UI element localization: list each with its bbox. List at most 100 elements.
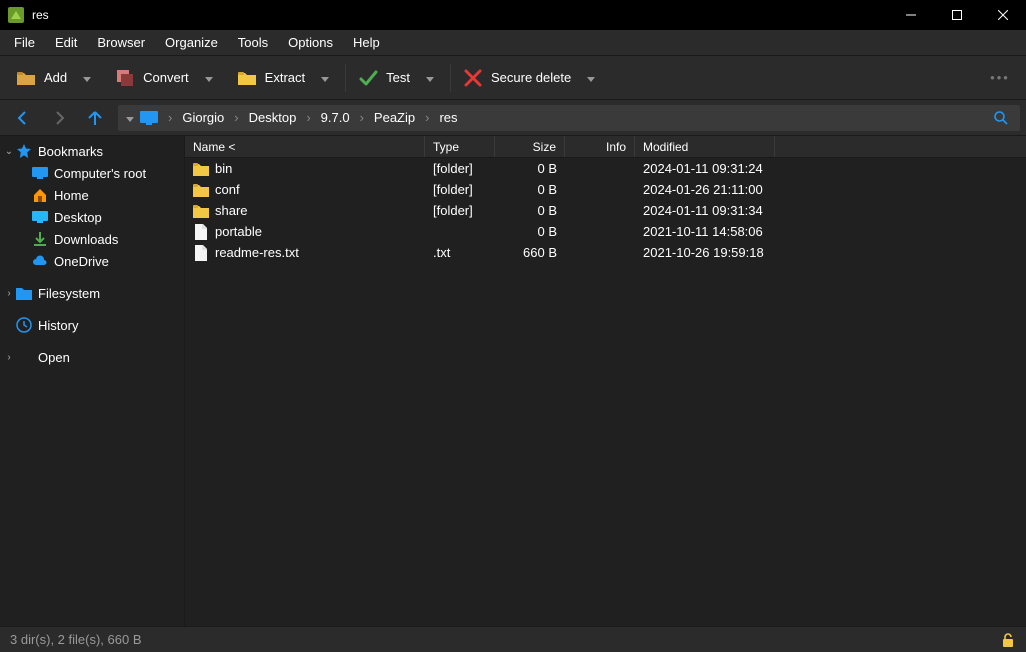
close-button[interactable] <box>980 0 1026 30</box>
file-name-cell: bin <box>185 161 425 177</box>
file-type-cell: [folder] <box>425 203 495 218</box>
addressbar[interactable]: › Giorgio › Desktop › 9.7.0 › PeaZip › r… <box>118 105 1020 131</box>
breadcrumb-separator: › <box>417 110 437 125</box>
home-icon <box>32 187 48 203</box>
file-modified-cell: 2024-01-11 09:31:34 <box>635 203 775 218</box>
download-icon <box>32 231 48 247</box>
column-size[interactable]: Size <box>495 136 565 157</box>
sidebar-item-open[interactable]: › Open <box>0 346 184 368</box>
chevron-down-icon <box>205 70 213 85</box>
sidebar-item-history[interactable]: History <box>0 314 184 336</box>
cloud-icon <box>32 253 48 269</box>
table-row[interactable]: bin[folder]0 B2024-01-11 09:31:24 <box>185 158 1026 179</box>
titlebar: res <box>0 0 1026 30</box>
secure-delete-button[interactable]: Secure delete <box>453 62 581 94</box>
sidebar-label: Computer's root <box>54 166 146 181</box>
lock-icon <box>1000 632 1016 648</box>
menu-options[interactable]: Options <box>278 31 343 54</box>
breadcrumb-item[interactable]: Giorgio <box>180 108 226 127</box>
search-button[interactable] <box>986 105 1016 131</box>
column-modified[interactable]: Modified <box>635 136 775 157</box>
statusbar: 3 dir(s), 2 file(s), 660 B <box>0 626 1026 652</box>
menubar: File Edit Browser Organize Tools Options… <box>0 30 1026 56</box>
check-icon <box>358 68 378 88</box>
breadcrumb-separator: › <box>352 110 372 125</box>
file-modified-cell: 2024-01-26 21:11:00 <box>635 182 775 197</box>
column-headers: Name < Type Size Info Modified <box>185 136 1026 158</box>
sidebar-label: OneDrive <box>54 254 109 269</box>
sidebar: ⌄ Bookmarks Computer's root Home Desktop… <box>0 136 185 626</box>
breadcrumb-item[interactable]: PeaZip <box>372 108 417 127</box>
minimize-button[interactable] <box>888 0 934 30</box>
main-area: ⌄ Bookmarks Computer's root Home Desktop… <box>0 136 1026 626</box>
column-type[interactable]: Type <box>425 136 495 157</box>
sidebar-item-downloads[interactable]: Downloads <box>0 228 184 250</box>
file-size-cell: 0 B <box>495 203 565 218</box>
sidebar-item-onedrive[interactable]: OneDrive <box>0 250 184 272</box>
secure-delete-dropdown[interactable] <box>581 62 601 94</box>
up-button[interactable] <box>82 105 108 131</box>
extract-folder-icon <box>237 68 257 88</box>
sidebar-label: Downloads <box>54 232 118 247</box>
file-type-cell: [folder] <box>425 161 495 176</box>
table-row[interactable]: portable0 B2021-10-11 14:58:06 <box>185 221 1026 242</box>
sidebar-item-bookmarks[interactable]: ⌄ Bookmarks <box>0 140 184 162</box>
search-icon <box>993 110 1009 126</box>
test-button[interactable]: Test <box>348 62 420 94</box>
menu-organize[interactable]: Organize <box>155 31 228 54</box>
breadcrumb-item[interactable]: res <box>437 108 459 127</box>
folder-icon <box>16 285 32 301</box>
add-dropdown[interactable] <box>77 62 97 94</box>
app-icon <box>8 7 24 23</box>
file-list: bin[folder]0 B2024-01-11 09:31:24 conf[fo… <box>185 158 1026 626</box>
extract-button[interactable]: Extract <box>227 62 315 94</box>
menu-tools[interactable]: Tools <box>228 31 278 54</box>
file-size-cell: 660 B <box>495 245 565 260</box>
monitor-icon <box>32 165 48 181</box>
breadcrumb-separator: › <box>226 110 246 125</box>
monitor-icon <box>140 111 158 125</box>
file-panel: Name < Type Size Info Modified bin[folde… <box>185 136 1026 626</box>
breadcrumb: › Giorgio › Desktop › 9.7.0 › PeaZip › r… <box>160 108 460 127</box>
menu-help[interactable]: Help <box>343 31 390 54</box>
table-row[interactable]: readme-res.txt.txt660 B2021-10-26 19:59:… <box>185 242 1026 263</box>
column-info[interactable]: Info <box>565 136 635 157</box>
extract-dropdown[interactable] <box>315 62 335 94</box>
table-row[interactable]: conf[folder]0 B2024-01-26 21:11:00 <box>185 179 1026 200</box>
forward-button[interactable] <box>46 105 72 131</box>
breadcrumb-separator: › <box>160 110 180 125</box>
file-modified-cell: 2021-10-11 14:58:06 <box>635 224 775 239</box>
sidebar-item-filesystem[interactable]: › Filesystem <box>0 282 184 304</box>
address-dropdown[interactable] <box>122 110 138 125</box>
back-button[interactable] <box>10 105 36 131</box>
menu-edit[interactable]: Edit <box>45 31 87 54</box>
test-dropdown[interactable] <box>420 62 440 94</box>
sidebar-item-home[interactable]: Home <box>0 184 184 206</box>
column-name[interactable]: Name < <box>185 136 425 157</box>
breadcrumb-item[interactable]: Desktop <box>247 108 299 127</box>
star-icon <box>16 143 32 159</box>
convert-dropdown[interactable] <box>199 62 219 94</box>
table-row[interactable]: share[folder]0 B2024-01-11 09:31:34 <box>185 200 1026 221</box>
menu-file[interactable]: File <box>4 31 45 54</box>
file-name-cell: conf <box>185 182 425 198</box>
toolbar-separator <box>345 64 346 92</box>
chevron-down-icon <box>321 70 329 85</box>
sidebar-label: Bookmarks <box>38 144 103 159</box>
chevron-down-icon <box>83 70 91 85</box>
sidebar-item-computer-root[interactable]: Computer's root <box>0 162 184 184</box>
file-size-cell: 0 B <box>495 182 565 197</box>
toolbar-overflow[interactable]: ••• <box>980 62 1020 94</box>
secure-delete-label: Secure delete <box>491 70 571 85</box>
breadcrumb-item[interactable]: 9.7.0 <box>319 108 352 127</box>
test-label: Test <box>386 70 410 85</box>
convert-button[interactable]: Convert <box>105 62 199 94</box>
chevron-down-icon <box>426 70 434 85</box>
status-text: 3 dir(s), 2 file(s), 660 B <box>10 632 1000 647</box>
sidebar-label: Filesystem <box>38 286 100 301</box>
add-button[interactable]: Add <box>6 62 77 94</box>
sidebar-label: Open <box>38 350 70 365</box>
menu-browser[interactable]: Browser <box>87 31 155 54</box>
sidebar-item-desktop[interactable]: Desktop <box>0 206 184 228</box>
maximize-button[interactable] <box>934 0 980 30</box>
